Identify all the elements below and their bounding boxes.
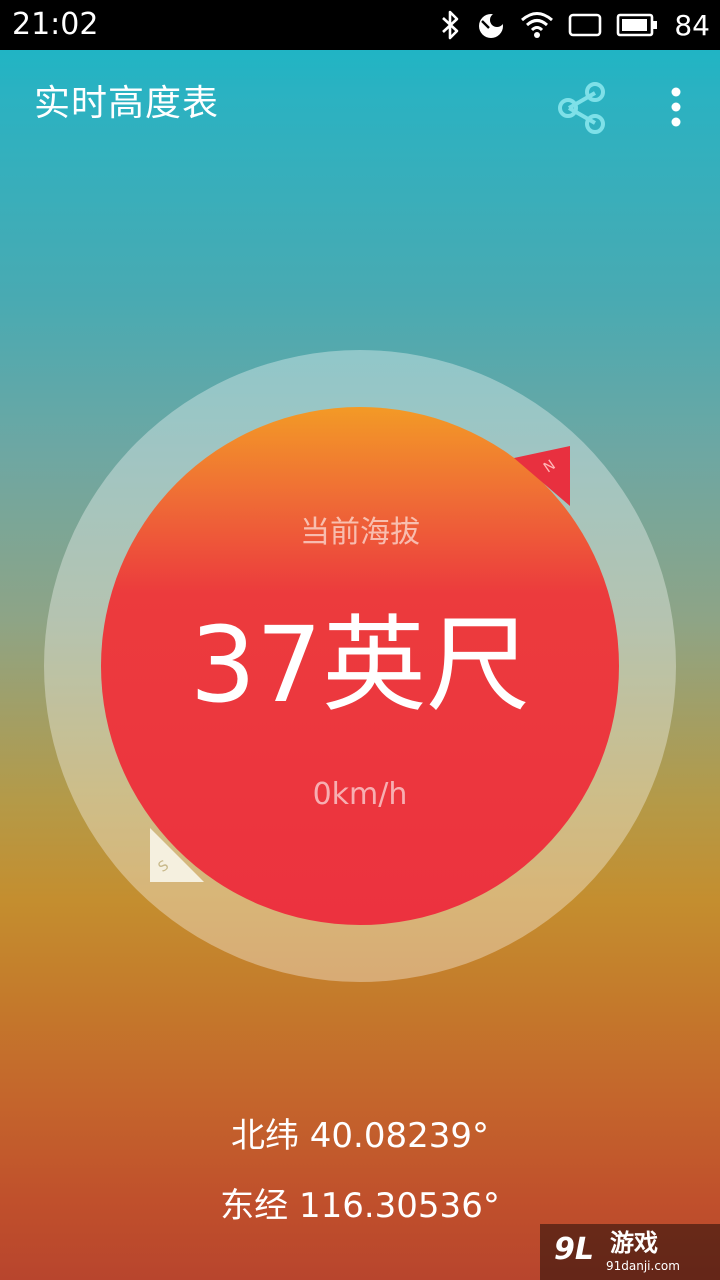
watermark: 9L 游戏 91danji.com [540,1224,720,1280]
latitude-readout: 北纬 40.08239° [230,1116,490,1156]
altitude-value: 37英尺 [189,604,531,726]
compass-north-marker: N [514,446,570,506]
altimeter-screen: 21:02 84 实时高度表 当前海拔 37英尺 0km/h N S 北纬 40… [0,0,720,1280]
watermark-logo: 9L [554,1232,594,1267]
compass-south-marker: S [150,828,204,882]
bluetooth-icon [442,10,459,40]
share-button[interactable] [552,78,612,138]
watermark-url: 91danji.com [606,1259,680,1273]
app-title: 实时高度表 [34,83,220,124]
longitude-readout: 东经 116.30536° [220,1186,500,1226]
status-bar: 21:02 84 [0,0,720,50]
speed-value: 0km/h [312,777,408,812]
share-icon [558,82,605,134]
watermark-brand: 游戏 [610,1229,658,1257]
altitude-label: 当前海拔 [300,515,420,550]
status-time: 21:02 [12,7,99,42]
more-vert-icon [671,87,681,127]
status-icons: 84 [440,0,710,50]
battery-level: 84 [674,8,710,42]
do-not-disturb-icon [479,13,505,38]
battery-icon [617,13,658,37]
signal-icon [569,13,602,37]
app-toolbar: 实时高度表 [0,50,720,162]
wifi-icon [521,12,554,38]
more-options-button[interactable] [656,78,696,138]
